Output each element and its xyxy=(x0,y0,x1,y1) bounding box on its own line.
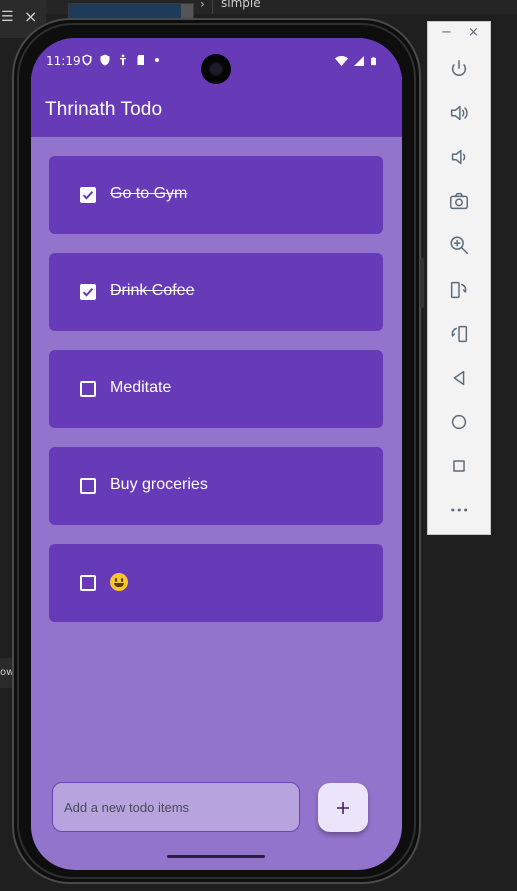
checkmark-icon xyxy=(82,191,94,200)
add-todo-input[interactable] xyxy=(52,782,300,832)
overview-icon xyxy=(453,460,465,472)
wifi-icon xyxy=(335,56,348,66)
camera-icon xyxy=(450,192,468,210)
volume-down-button[interactable] xyxy=(445,143,473,171)
accessibility-icon xyxy=(120,54,126,66)
close-icon[interactable]: × xyxy=(24,9,37,25)
rotate-right-icon xyxy=(451,325,468,343)
toolbar-close-button[interactable]: × xyxy=(468,25,479,40)
todo-checkbox[interactable] xyxy=(80,187,96,203)
app-title: Thrinath Todo xyxy=(45,99,163,120)
todo-label: Drink Cofee xyxy=(110,282,195,299)
todo-checkbox[interactable] xyxy=(80,381,96,397)
zoom-in-icon xyxy=(450,236,468,254)
ide-divider xyxy=(212,0,213,14)
todo-item[interactable]: Meditate xyxy=(49,350,383,428)
todo-item[interactable]: Go to Gym xyxy=(49,156,383,234)
emulator-toolbar: − × xyxy=(427,21,491,535)
power-button[interactable] xyxy=(445,55,473,83)
status-dot xyxy=(155,58,159,62)
app-bar: Thrinath Todo xyxy=(31,86,402,137)
todo-label: Go to Gym xyxy=(110,185,188,202)
power-icon xyxy=(451,60,467,76)
rotate-right-button[interactable] xyxy=(445,320,473,348)
home-button[interactable] xyxy=(445,408,473,436)
volume-down-icon xyxy=(451,149,466,165)
todo-item[interactable]: Drink Cofee xyxy=(49,253,383,331)
menu-icon[interactable]: ☰ xyxy=(1,10,14,24)
shield-icon xyxy=(100,54,110,66)
front-camera xyxy=(201,54,231,84)
phone-screen: 11:19 Thrinath Todo Go to Gym Drink Cofe… xyxy=(31,38,402,870)
toolbar-minimize-button[interactable]: − xyxy=(441,25,452,40)
more-button[interactable] xyxy=(445,496,473,524)
battery-icon xyxy=(371,57,376,66)
zoom-button[interactable] xyxy=(445,231,473,259)
todo-item[interactable]: Buy groceries xyxy=(49,447,383,525)
checkmark-icon xyxy=(82,288,94,297)
volume-up-icon xyxy=(450,105,468,121)
gesture-navigation-bar[interactable] xyxy=(167,855,265,858)
smiley-emoji-icon xyxy=(110,573,128,591)
phone-side-button xyxy=(420,258,424,308)
todo-checkbox[interactable] xyxy=(80,284,96,300)
sd-card-icon xyxy=(137,55,144,65)
todo-item[interactable] xyxy=(49,544,383,622)
todo-label: Meditate xyxy=(110,379,172,396)
signal-icon xyxy=(354,56,364,66)
plus-icon xyxy=(337,801,349,814)
back-button[interactable] xyxy=(445,364,473,392)
ide-breadcrumb[interactable]: simple xyxy=(221,0,261,10)
volume-up-button[interactable] xyxy=(445,99,473,127)
todo-label: Buy groceries xyxy=(110,476,208,493)
overview-button[interactable] xyxy=(445,452,473,480)
home-icon xyxy=(451,414,467,430)
shield-outline-icon xyxy=(82,54,92,66)
status-time: 11:19 xyxy=(46,54,81,68)
status-bar: 11:19 xyxy=(31,38,402,86)
more-icon xyxy=(451,508,468,512)
chevron-right-icon: › xyxy=(200,0,205,11)
status-system-icons xyxy=(335,55,378,67)
todo-checkbox[interactable] xyxy=(80,478,96,494)
status-notification-icons xyxy=(81,54,159,66)
back-icon xyxy=(453,370,465,386)
rotate-left-button[interactable] xyxy=(445,276,473,304)
rotate-left-icon xyxy=(450,281,467,299)
add-todo-button[interactable] xyxy=(318,783,368,832)
screenshot-button[interactable] xyxy=(445,187,473,215)
todo-checkbox[interactable] xyxy=(80,575,96,591)
